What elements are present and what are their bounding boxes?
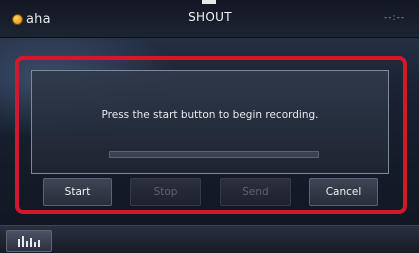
equalizer-button[interactable]	[6, 230, 52, 252]
screen: aha SHOUT --:-- Press the start button t…	[0, 0, 419, 253]
page-title: SHOUT	[188, 10, 232, 24]
aha-logo: aha	[12, 11, 51, 27]
top-tab-indicator[interactable]	[202, 0, 216, 4]
logo-text: aha	[26, 11, 51, 27]
equalizer-icon	[18, 236, 40, 247]
bottom-bar	[0, 225, 419, 253]
top-bar: aha SHOUT --:--	[0, 0, 419, 38]
aha-logo-icon	[12, 13, 23, 25]
clock: --:--	[383, 13, 405, 23]
highlight-frame	[15, 56, 407, 214]
